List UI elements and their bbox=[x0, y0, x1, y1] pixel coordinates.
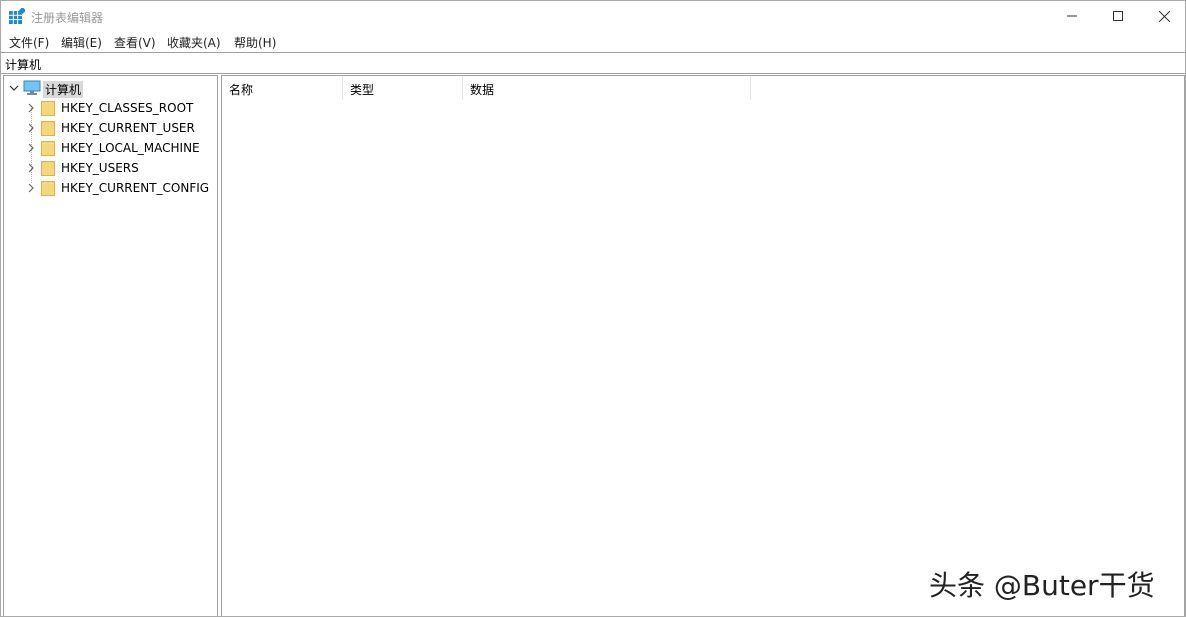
column-header-label: 数据 bbox=[470, 83, 495, 97]
menu-file[interactable]: 文件(F) bbox=[9, 34, 49, 51]
menu-favorites[interactable]: 收藏夹(A) bbox=[167, 34, 221, 51]
close-button[interactable] bbox=[1141, 1, 1185, 31]
maximize-icon bbox=[1113, 11, 1123, 21]
chevron-right-icon[interactable] bbox=[25, 102, 37, 114]
tree-item-computer[interactable]: 计算机 bbox=[4, 78, 214, 98]
tree-item-hkey-classes-root[interactable]: HKEY_CLASSES_ROOT bbox=[4, 98, 214, 118]
tree-item-label: HKEY_USERS bbox=[61, 161, 139, 175]
column-header-label: 类型 bbox=[350, 83, 375, 97]
address-path[interactable]: 计算机 bbox=[5, 56, 41, 73]
tree-item-label: HKEY_CURRENT_CONFIG bbox=[61, 181, 210, 195]
address-bar[interactable]: 计算机 bbox=[1, 52, 1185, 74]
chevron-down-icon[interactable] bbox=[8, 82, 20, 94]
close-icon bbox=[1158, 10, 1170, 22]
column-header-name[interactable]: 名称 bbox=[222, 76, 343, 100]
maximize-button[interactable] bbox=[1095, 1, 1141, 31]
tree-item-label: 计算机 bbox=[43, 81, 84, 98]
watermark: 头条 @Buter干货 bbox=[929, 569, 1155, 602]
window-title: 注册表编辑器 bbox=[31, 11, 104, 25]
value-list-pane[interactable]: 名称 类型 数据 bbox=[221, 75, 1185, 616]
menu-view[interactable]: 查看(V) bbox=[114, 34, 156, 51]
title-bar[interactable]: 注册表编辑器 bbox=[1, 1, 1185, 31]
chevron-right-icon[interactable] bbox=[25, 182, 37, 194]
minimize-icon bbox=[1067, 15, 1077, 17]
menu-bar: 文件(F) 编辑(E) 查看(V) 收藏夹(A) 帮助(H) bbox=[1, 31, 1185, 51]
folder-icon bbox=[41, 100, 55, 116]
folder-icon bbox=[41, 120, 55, 136]
column-header-type[interactable]: 类型 bbox=[343, 76, 463, 100]
tree-item-label: HKEY_CLASSES_ROOT bbox=[61, 101, 194, 115]
folder-icon bbox=[41, 140, 55, 156]
regedit-icon bbox=[9, 6, 27, 24]
column-header-label: 名称 bbox=[229, 83, 254, 97]
tree-item-hkey-users[interactable]: HKEY_USERS bbox=[4, 158, 214, 178]
column-header-data[interactable]: 数据 bbox=[463, 76, 751, 100]
menu-edit[interactable]: 编辑(E) bbox=[61, 34, 102, 51]
tree-item-hkey-current-config[interactable]: HKEY_CURRENT_CONFIG bbox=[4, 178, 214, 198]
tree-item-hkey-local-machine[interactable]: HKEY_LOCAL_MACHINE bbox=[4, 138, 214, 158]
chevron-right-icon[interactable] bbox=[25, 122, 37, 134]
registry-editor-window: 注册表编辑器 文件(F) 编辑(E) 查看(V) 收藏夹(A) 帮助(H) 计算… bbox=[0, 0, 1186, 617]
chevron-right-icon[interactable] bbox=[25, 162, 37, 174]
menu-help[interactable]: 帮助(H) bbox=[234, 34, 276, 51]
folder-icon bbox=[41, 160, 55, 176]
folder-icon bbox=[41, 180, 55, 196]
chevron-right-icon[interactable] bbox=[25, 142, 37, 154]
tree-item-label: HKEY_CURRENT_USER bbox=[61, 121, 195, 135]
computer-icon bbox=[23, 80, 41, 96]
tree-item-label: HKEY_LOCAL_MACHINE bbox=[61, 141, 200, 155]
tree-item-hkey-current-user[interactable]: HKEY_CURRENT_USER bbox=[4, 118, 214, 138]
minimize-button[interactable] bbox=[1049, 1, 1095, 31]
key-tree-pane[interactable]: 计算机 HKEY_CLASSES_ROOT HKEY_CURRENT_USER bbox=[3, 75, 218, 616]
